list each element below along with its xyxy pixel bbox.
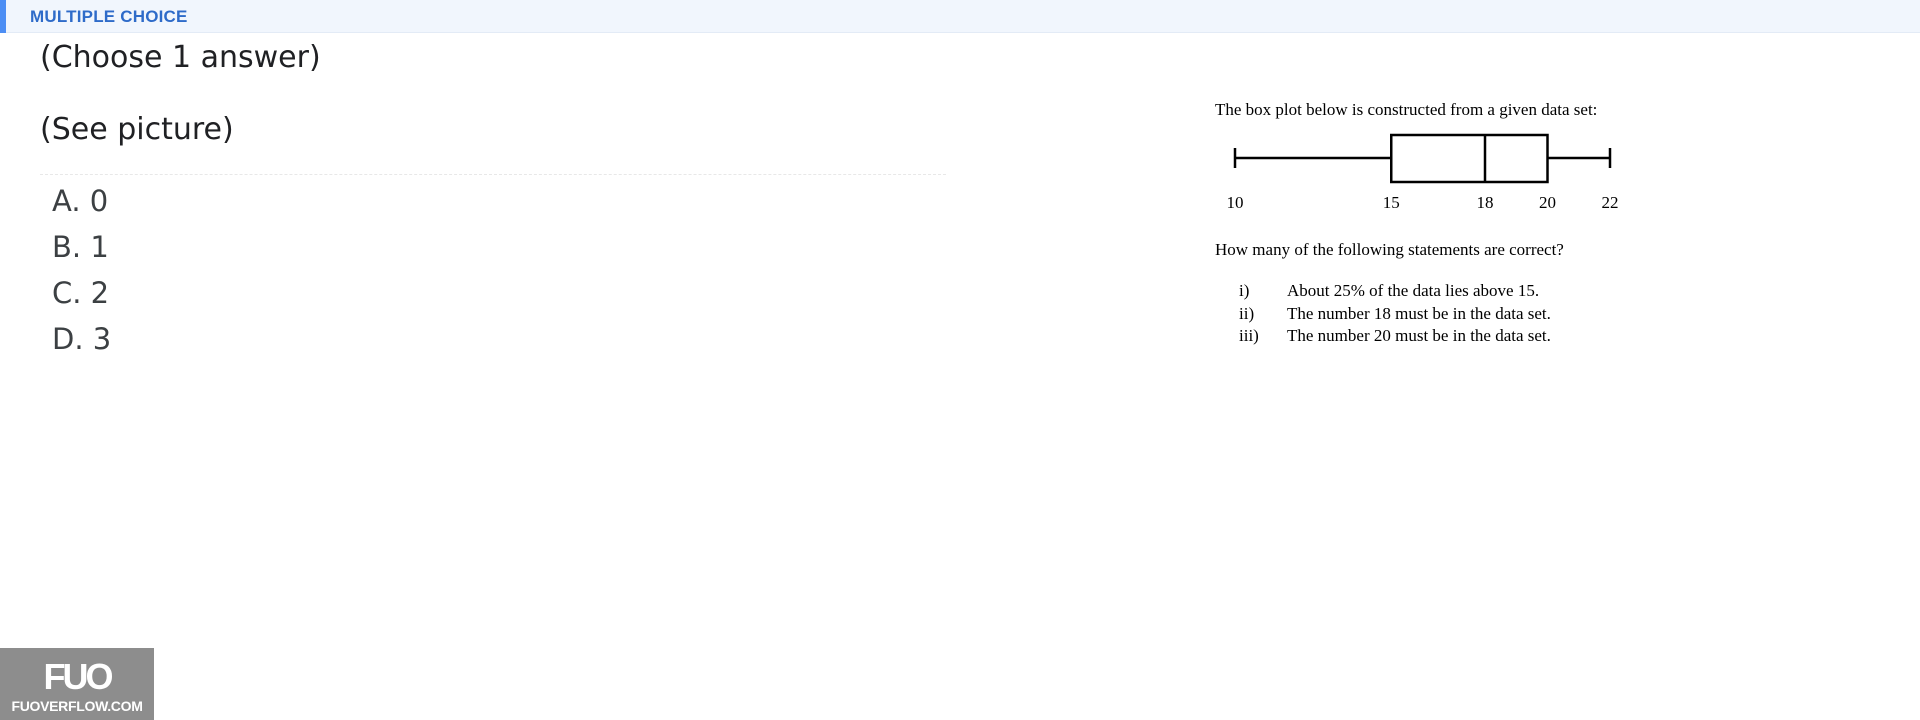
tick-label: 22 <box>1602 193 1619 212</box>
statement-number: i) <box>1239 281 1250 300</box>
divider <box>40 174 946 175</box>
tick-label: 10 <box>1227 193 1244 212</box>
statement-number: iii) <box>1239 326 1259 345</box>
picture-intro-text: The box plot below is constructed from a… <box>1215 100 1598 119</box>
option-b[interactable]: B. 1 <box>52 226 111 272</box>
box-plot-box <box>1390 133 1549 184</box>
tick-label: 18 <box>1477 193 1494 212</box>
statement-text: The number 20 must be in the data set. <box>1287 326 1551 345</box>
answer-instruction: (Choose 1 answer) <box>40 40 321 75</box>
statement-item: i) About 25% of the data lies above 15. <box>1239 280 1551 303</box>
statement-text: About 25% of the data lies above 15. <box>1287 281 1540 300</box>
page: MULTIPLE CHOICE (Choose 1 answer) (See p… <box>0 0 1920 720</box>
option-c[interactable]: C. 2 <box>52 272 111 318</box>
question-type-label: MULTIPLE CHOICE <box>30 7 188 26</box>
statement-number: ii) <box>1239 303 1255 323</box>
box-plot-tick-labels: 10 15 18 20 22 <box>1227 193 1619 212</box>
statement-item: ii) The number 18 must be in the data set… <box>1239 303 1551 326</box>
fuoverflow-logo: FUO FUOVERFLOW.COM <box>0 648 154 720</box>
statement-list: i) About 25% of the data lies above 15. i… <box>1239 280 1551 348</box>
tick-label: 20 <box>1539 193 1556 212</box>
picture-question-text: How many of the following statements are… <box>1215 240 1564 259</box>
option-d[interactable]: D. 3 <box>52 318 111 364</box>
statement-item: iii) The number 20 must be in the data se… <box>1239 325 1551 348</box>
statement-text: The number 18 must be in the data set. <box>1287 303 1551 323</box>
option-a[interactable]: A. 0 <box>52 180 111 226</box>
logo-text: FUOVERFLOW.COM <box>11 698 143 714</box>
answer-options: A. 0 B. 1 C. 2 D. 3 <box>52 180 111 364</box>
question-picture: The box plot below is constructed from a… <box>1200 90 1680 360</box>
question-type-header: MULTIPLE CHOICE <box>0 0 1920 33</box>
header-accent-bar <box>0 0 6 33</box>
question-prompt: (See picture) <box>40 112 234 147</box>
logo-mark: FUO <box>43 656 114 697</box>
box-plot: 10 15 18 20 22 <box>1227 133 1619 212</box>
tick-label: 15 <box>1383 193 1400 212</box>
